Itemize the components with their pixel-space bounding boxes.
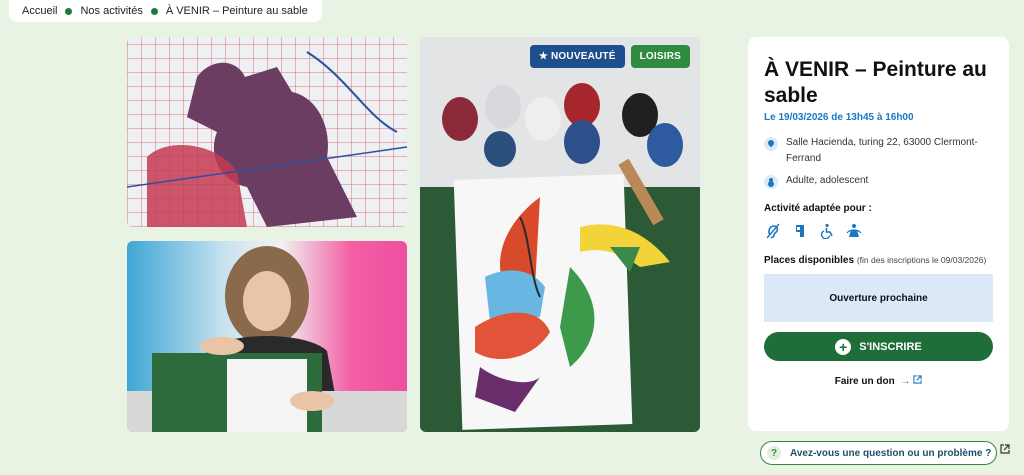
breadcrumb-activities[interactable]: Nos activités <box>80 5 142 17</box>
event-title: À VENIR – Peinture au sable <box>764 58 987 107</box>
gallery-photo-workshop[interactable] <box>127 241 407 432</box>
external-link-icon[interactable] <box>1000 444 1010 457</box>
location-pin-icon <box>764 137 778 151</box>
accessibility-title: Activité adaptée pour : <box>764 203 872 214</box>
breadcrumb-separator <box>65 7 73 15</box>
breadcrumb-home[interactable]: Accueil <box>22 5 57 17</box>
person-icon <box>764 175 778 189</box>
event-card: À VENIR – Peinture au sable Le 19/03/202… <box>748 37 1009 431</box>
accessibility-icons <box>764 222 993 239</box>
stencil-illustration <box>127 51 407 227</box>
plus-icon: + <box>835 338 852 355</box>
help-question-button[interactable]: ? Avez-vous une question ou un problème … <box>760 441 997 465</box>
event-audience-text: Adulte, adolescent <box>786 175 869 186</box>
event-location: Salle Hacienda, turing 22, 63000 Clermon… <box>764 135 993 167</box>
breadcrumb-separator <box>150 7 158 15</box>
places-available: Places disponibles (fin des inscriptions… <box>764 253 993 268</box>
workshop-illustration <box>127 246 407 432</box>
event-location-text: Salle Hacienda, turing 22, 63000 Clermon… <box>786 137 978 164</box>
places-label: Places disponibles <box>764 255 855 266</box>
gallery-photo-artwork[interactable]: ★ NOUVEAUTÉ LOISIRS <box>420 37 700 432</box>
mental-disability-icon <box>791 222 808 239</box>
arrow-right-icon: → <box>900 376 911 387</box>
event-audience: Adulte, adolescent <box>764 173 993 189</box>
signup-label: S'INSCRIRE <box>859 340 922 353</box>
registration-status: Ouverture prochaine <box>764 274 993 322</box>
help-question-label: Avez-vous une question ou un problème ? <box>790 447 992 459</box>
artwork-illustration <box>420 37 700 432</box>
wheelchair-icon <box>818 222 835 239</box>
signup-button[interactable]: + S'INSCRIRE <box>764 332 993 361</box>
gallery-badges: ★ NOUVEAUTÉ LOISIRS <box>529 45 690 68</box>
new-badge: ★ NOUVEAUTÉ <box>529 45 625 68</box>
question-mark-icon: ? <box>767 446 781 460</box>
gallery-photo-stencil[interactable] <box>127 37 407 227</box>
donate-link[interactable]: Faire un don → <box>764 375 993 387</box>
breadcrumb-current: À VENIR – Peinture au sable <box>165 5 308 17</box>
external-link-icon <box>913 375 922 387</box>
places-deadline: (fin des inscriptions le 09/03/2026) <box>856 255 987 265</box>
breadcrumb: Accueil Nos activités À VENIR – Peinture… <box>9 0 322 22</box>
event-date: Le 19/03/2026 de 13h45 à 16h00 <box>764 112 914 123</box>
visually-impaired-icon <box>845 222 862 239</box>
category-badge[interactable]: LOISIRS <box>630 45 690 68</box>
hearing-impaired-icon <box>764 222 781 239</box>
donate-label: Faire un don <box>834 376 895 387</box>
